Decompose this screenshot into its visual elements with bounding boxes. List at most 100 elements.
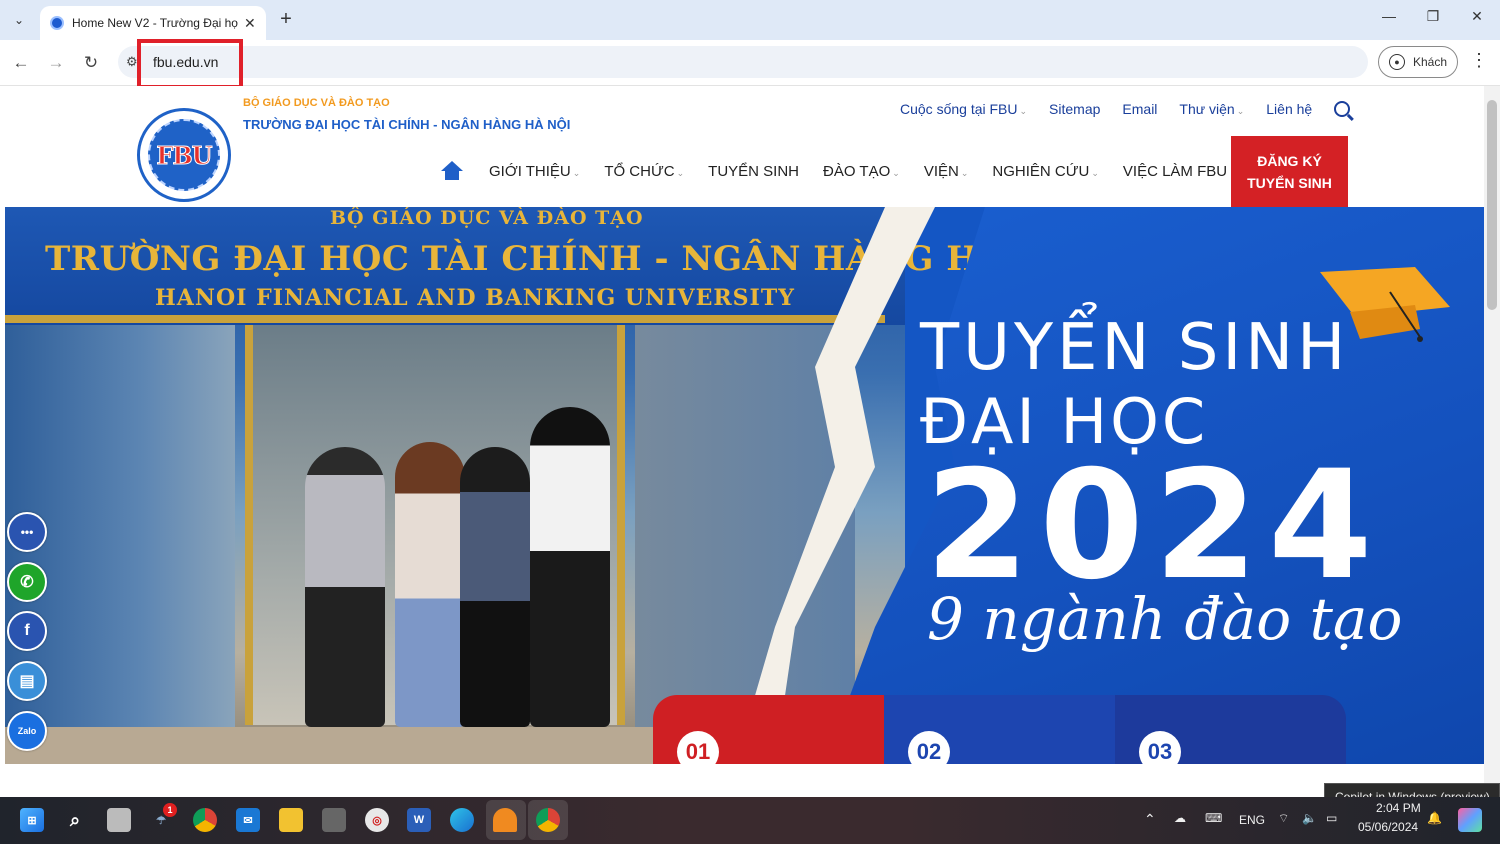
nav-vien[interactable]: VIỆN ⌄ — [924, 163, 969, 180]
step-number: 01 — [677, 731, 719, 764]
fbu-logo[interactable]: FBU — [137, 108, 231, 202]
menu-kebab-icon[interactable]: ⋮ — [1470, 50, 1488, 71]
student-figure — [530, 407, 610, 727]
page-scrollbar[interactable] — [1484, 86, 1500, 797]
back-icon[interactable]: ← — [8, 50, 34, 76]
word-icon[interactable]: W — [407, 808, 431, 832]
app-icon[interactable] — [322, 808, 346, 832]
chevron-down-icon: ⌄ — [1236, 106, 1245, 116]
nav-viec-lam[interactable]: VIỆC LÀM FBU — [1123, 163, 1227, 180]
close-icon[interactable]: ✕ — [244, 15, 256, 32]
hero-banner[interactable]: BỘ GIÁO DỤC VÀ ĐÀO TẠO TRƯỜNG ĐẠI HỌC TÀ… — [5, 207, 1484, 764]
top-link-email[interactable]: Email — [1122, 101, 1157, 117]
student-figure — [395, 442, 465, 727]
start-icon[interactable]: ⊞ — [20, 808, 44, 832]
sign-ministry: BỘ GIÁO DỤC VÀ ĐÀO TẠO — [330, 207, 644, 229]
restore-icon[interactable]: ❐ — [1418, 8, 1448, 25]
battery-icon[interactable]: ▭ — [1326, 811, 1337, 825]
nav-to-chuc[interactable]: TỔ CHỨC ⌄ — [604, 163, 684, 180]
student-figure — [305, 447, 385, 727]
step-number: 02 — [908, 731, 950, 764]
step-number: 03 — [1139, 731, 1181, 764]
site-favicon-icon — [50, 16, 64, 30]
register-admission-button[interactable]: ĐĂNG KÝ TUYỂN SINH — [1231, 136, 1348, 207]
wifi-icon[interactable]: ⌔ — [1278, 811, 1289, 826]
chevron-down-icon: ⌄ — [892, 167, 900, 178]
reload-icon[interactable]: ↻ — [78, 50, 104, 76]
phone-icon[interactable]: ✆ — [7, 562, 47, 602]
chrome-icon[interactable] — [193, 808, 217, 832]
top-links: Cuộc sống tại FBU ⌄ Sitemap Email Thư việ… — [900, 101, 1351, 117]
guest-profile-icon: ● — [1389, 54, 1405, 70]
url-highlight-box — [137, 39, 243, 89]
onedrive-icon[interactable]: ☁ — [1174, 811, 1186, 825]
browser-app-icon[interactable]: ◎ — [365, 808, 389, 832]
address-bar[interactable]: ⚙ fbu.edu.vn — [118, 46, 1368, 78]
register-line-1: ĐĂNG KÝ — [1257, 152, 1322, 169]
search-icon[interactable] — [1334, 101, 1351, 117]
zalo-icon[interactable]: Zalo — [7, 711, 47, 751]
clock-time[interactable]: 2:04 PM — [1376, 801, 1421, 815]
graduation-cap-icon — [1320, 267, 1450, 342]
scrollbar-thumb[interactable] — [1487, 100, 1497, 310]
browser-tab-bar: ⌄ Home New V2 - Trường Đại học ✕ + — ❐ ✕ — [0, 0, 1500, 40]
notification-icon[interactable]: 🔔 — [1427, 811, 1442, 825]
language-indicator[interactable]: ENG — [1239, 813, 1265, 827]
chrome-icon[interactable] — [536, 808, 560, 832]
headline-script: 9 ngành đào tạo — [927, 585, 1403, 653]
headline-tuyen-sinh: TUYỂN SINH — [920, 311, 1350, 385]
nav-nghien-cuu[interactable]: NGHIÊN CỨU ⌄ — [992, 163, 1099, 180]
sign-english: HANOI FINANCIAL AND BANKING UNIVERSITY — [155, 285, 795, 311]
nav-gioi-thieu[interactable]: GIỚI THIỆU ⌄ — [489, 163, 580, 180]
top-link-contact[interactable]: Liên hệ — [1266, 101, 1312, 117]
student-figure — [460, 447, 530, 727]
site-header: FBU BỘ GIÁO DỤC VÀ ĐÀO TẠO TRƯỜNG ĐẠI HỌ… — [0, 86, 1484, 207]
ministry-name: BỘ GIÁO DỤC VÀ ĐÀO TẠO — [243, 97, 390, 109]
chevron-down-icon: ⌄ — [1019, 106, 1028, 116]
chevron-down-icon: ⌄ — [960, 167, 969, 178]
register-line-2: TUYỂN SINH — [1247, 174, 1332, 191]
chevron-down-icon: ⌄ — [572, 167, 581, 178]
top-link-library[interactable]: Thư viện ⌄ — [1179, 101, 1244, 117]
nav-tuyen-sinh[interactable]: TUYỂN SINH — [708, 163, 799, 180]
facebook-icon[interactable]: f — [7, 611, 47, 651]
site-info-icon[interactable]: ⚙ — [126, 54, 138, 70]
mail-icon[interactable]: ✉ — [236, 808, 260, 832]
nav-dao-tao[interactable]: ĐÀO TẠO ⌄ — [823, 163, 900, 180]
cloud-app-icon[interactable] — [493, 808, 517, 832]
tray-chevron-up-icon[interactable]: ⌃ — [1144, 811, 1156, 828]
window-close-icon[interactable]: ✕ — [1462, 8, 1492, 25]
step-card-3[interactable]: 03 — [1115, 695, 1346, 764]
top-link-sitemap[interactable]: Sitemap — [1049, 101, 1100, 117]
more-icon[interactable]: ••• — [7, 512, 47, 552]
university-name: TRƯỜNG ĐẠI HỌC TÀI CHÍNH - NGÂN HÀNG HÀ … — [243, 117, 571, 132]
tab-list-icon[interactable]: ⌄ — [6, 7, 32, 33]
forward-icon[interactable]: → — [43, 50, 69, 76]
page-below-banner — [0, 764, 1484, 797]
edge-icon[interactable] — [450, 808, 474, 832]
clock-date[interactable]: 05/06/2024 — [1358, 820, 1418, 834]
top-link-life[interactable]: Cuộc sống tại FBU ⌄ — [900, 101, 1027, 117]
new-tab-icon[interactable]: + — [276, 8, 296, 31]
task-view-icon[interactable] — [107, 808, 131, 832]
file-explorer-icon[interactable] — [279, 808, 303, 832]
windows-taskbar: ⊞ ⌕ ☂ 1 ✉ ◎ W ⌃ ☁ ⌨ ENG ⌔ 🔈 ▭ 2:04 PM 05… — [0, 797, 1500, 844]
minimize-icon[interactable]: — — [1374, 8, 1404, 24]
guest-profile-button[interactable]: ● Khách — [1378, 46, 1458, 78]
volume-icon[interactable]: 🔈 — [1302, 811, 1317, 825]
chevron-down-icon: ⌄ — [1091, 167, 1099, 178]
search-icon[interactable]: ⌕ — [63, 808, 87, 832]
step-card-2[interactable]: 02 — [884, 695, 1115, 764]
keyboard-icon[interactable]: ⌨ — [1205, 811, 1222, 825]
notification-badge: 1 — [163, 803, 177, 817]
admission-steps: 01 02 03 — [653, 695, 1346, 764]
step-card-1[interactable]: 01 — [653, 695, 884, 764]
home-icon[interactable] — [441, 161, 463, 181]
university-sign: BỘ GIÁO DỤC VÀ ĐÀO TẠO TRƯỜNG ĐẠI HỌC TÀ… — [5, 207, 1005, 325]
copilot-icon[interactable] — [1458, 808, 1482, 832]
main-nav: GIỚI THIỆU ⌄ TỔ CHỨC ⌄ TUYỂN SINH ĐÀO TẠO ⌄… — [441, 161, 1251, 181]
logo-text: FBU — [156, 140, 213, 170]
map-icon[interactable]: ▤ — [7, 661, 47, 701]
chevron-down-icon: ⌄ — [676, 167, 685, 178]
browser-tab[interactable]: Home New V2 - Trường Đại học ✕ — [40, 6, 266, 40]
